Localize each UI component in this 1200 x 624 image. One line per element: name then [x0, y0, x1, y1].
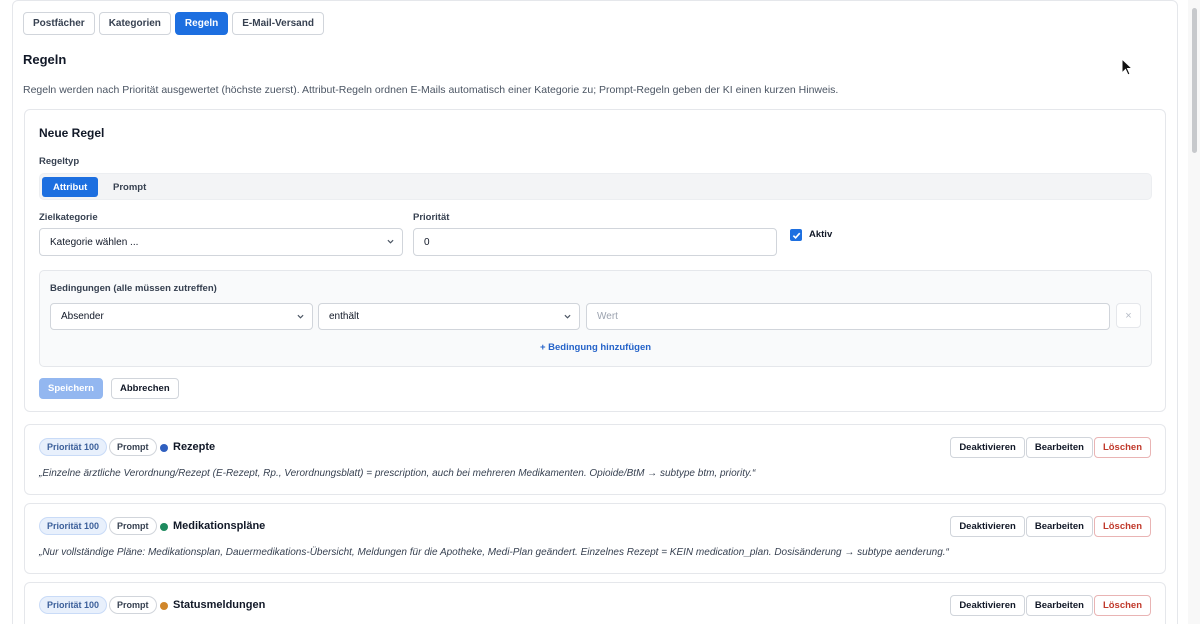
- tab-bar: Postfächer Kategorien Regeln E-Mail-Vers…: [23, 12, 324, 35]
- edit-button[interactable]: Bearbeiten: [1025, 437, 1093, 458]
- rule-card: Priorität 100 Prompt Medikationspläne De…: [24, 503, 1166, 574]
- active-checkbox[interactable]: [790, 229, 802, 241]
- deactivate-button[interactable]: Deaktivieren: [950, 437, 1025, 458]
- add-condition-link[interactable]: + Bedingung hinzufügen: [40, 342, 1151, 353]
- new-rule-form: Neue Regel Regeltyp Attribut Prompt Ziel…: [24, 109, 1166, 412]
- rule-card: Priorität 100 Prompt Rezepte Deaktiviere…: [24, 424, 1166, 495]
- category-color-dot: [160, 444, 168, 452]
- rule-prompt-text: „Nur vollständige Pläne: Medikationsplan…: [39, 547, 949, 558]
- rule-category-name: Statusmeldungen: [173, 599, 266, 611]
- condition-field-select[interactable]: Absender: [50, 303, 313, 330]
- chevron-down-icon: [387, 239, 394, 244]
- mouse-pointer-icon: [1121, 58, 1133, 76]
- rule-prompt-text: „Einzelne ärztliche Verordnung/Rezept (E…: [39, 468, 756, 479]
- conditions-label: Bedingungen (alle müssen zutreffen): [50, 283, 217, 294]
- chevron-down-icon: [564, 314, 571, 319]
- active-label: Aktiv: [809, 229, 833, 240]
- tab-kategorien[interactable]: Kategorien: [98, 12, 171, 35]
- edit-button[interactable]: Bearbeiten: [1025, 516, 1093, 537]
- condition-value-input[interactable]: Wert: [586, 303, 1110, 330]
- rule-kind-badge: Prompt: [109, 517, 157, 535]
- category-color-dot: [160, 602, 168, 610]
- rule-type-label: Regeltyp: [39, 156, 80, 167]
- cancel-button[interactable]: Abbrechen: [111, 378, 179, 399]
- new-rule-title: Neue Regel: [39, 126, 105, 140]
- save-button[interactable]: Speichern: [39, 378, 103, 399]
- scrollbar[interactable]: [1188, 0, 1200, 624]
- deactivate-button[interactable]: Deaktivieren: [950, 595, 1025, 616]
- condition-operator-value: enthält: [329, 311, 360, 322]
- rule-actions: Deaktivieren Bearbeiten Löschen: [950, 437, 1151, 458]
- condition-field-value: Absender: [61, 311, 104, 322]
- remove-condition-button[interactable]: ×: [1116, 303, 1141, 328]
- edit-button[interactable]: Bearbeiten: [1025, 595, 1093, 616]
- tab-regeln[interactable]: Regeln: [174, 12, 229, 35]
- tab-email-versand[interactable]: E-Mail-Versand: [232, 12, 324, 35]
- page-title: Regeln: [23, 52, 67, 67]
- delete-button[interactable]: Löschen: [1093, 595, 1151, 616]
- scrollbar-thumb[interactable]: [1192, 8, 1197, 153]
- chevron-down-icon: [297, 314, 304, 319]
- category-color-dot: [160, 523, 168, 531]
- tab-postfaecher[interactable]: Postfächer: [23, 12, 95, 35]
- priority-label: Priorität: [413, 212, 450, 223]
- delete-button[interactable]: Löschen: [1093, 516, 1151, 537]
- condition-operator-select[interactable]: enthält: [318, 303, 580, 330]
- rule-actions: Deaktivieren Bearbeiten Löschen: [950, 516, 1151, 537]
- rule-type-attribut[interactable]: Attribut: [42, 177, 99, 197]
- conditions-box: Bedingungen (alle müssen zutreffen) Abse…: [39, 270, 1152, 367]
- rule-actions: Deaktivieren Bearbeiten Löschen: [950, 595, 1151, 616]
- priority-input[interactable]: 0: [413, 228, 777, 256]
- rule-card: Priorität 100 Prompt Statusmeldungen Dea…: [24, 582, 1166, 624]
- deactivate-button[interactable]: Deaktivieren: [950, 516, 1025, 537]
- rule-type-switch: Attribut Prompt: [39, 173, 1152, 200]
- rule-kind-badge: Prompt: [109, 596, 157, 614]
- rule-type-prompt[interactable]: Prompt: [102, 177, 157, 197]
- rule-kind-badge: Prompt: [109, 438, 157, 456]
- rule-category-name: Medikationspläne: [173, 520, 266, 532]
- checkmark-icon: [792, 232, 800, 239]
- target-category-label: Zielkategorie: [39, 212, 98, 223]
- page-description: Regeln werden nach Priorität ausgewertet…: [23, 84, 839, 96]
- target-category-value: Kategorie wählen ...: [50, 236, 139, 248]
- priority-badge: Priorität 100: [39, 517, 108, 535]
- priority-badge: Priorität 100: [39, 596, 108, 614]
- target-category-select[interactable]: Kategorie wählen ...: [39, 228, 403, 256]
- priority-badge: Priorität 100: [39, 438, 108, 456]
- delete-button[interactable]: Löschen: [1093, 437, 1151, 458]
- rule-category-name: Rezepte: [173, 441, 216, 453]
